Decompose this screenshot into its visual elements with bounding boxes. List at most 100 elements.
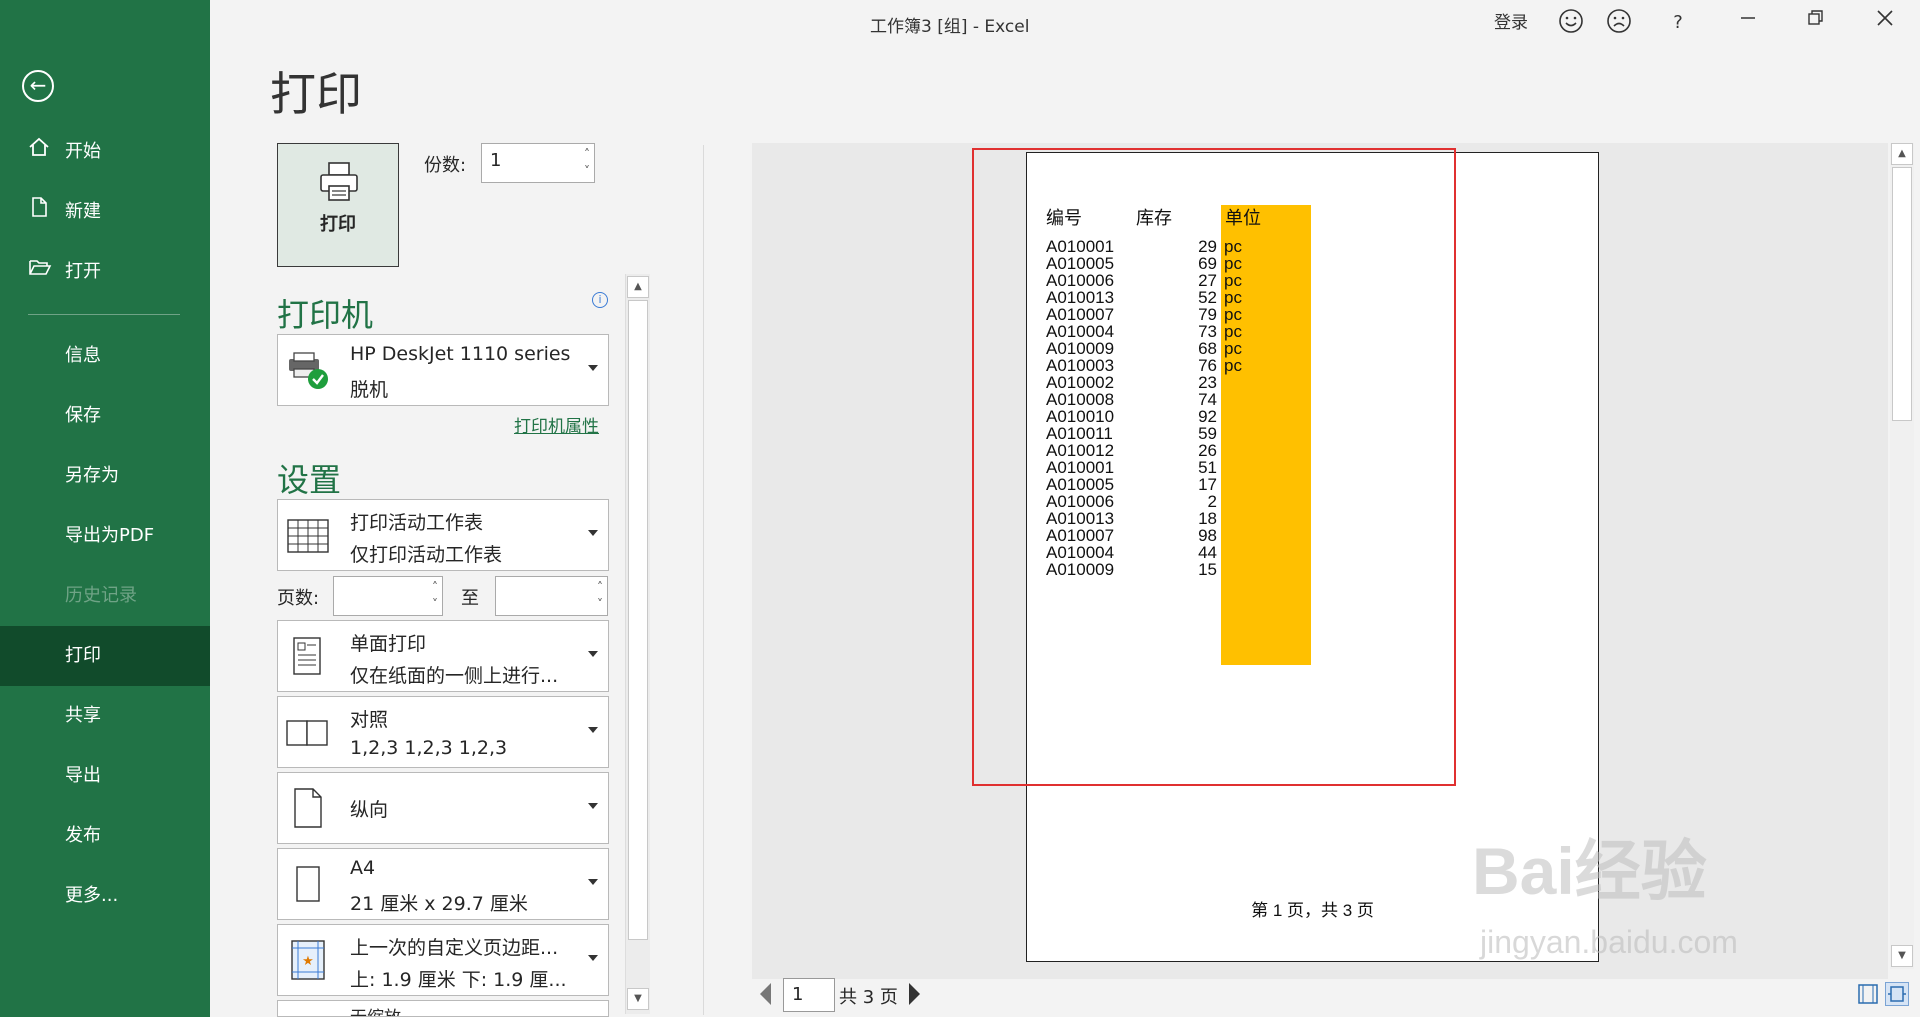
scaling-select[interactable]: 无缩放	[277, 1000, 609, 1017]
collate-icon	[285, 709, 331, 755]
new-file-icon	[28, 182, 58, 242]
frown-feedback-icon[interactable]	[1605, 8, 1633, 38]
printer-status: 脱机	[350, 379, 389, 401]
back-arrow-icon[interactable]: ←	[22, 70, 54, 102]
sides-desc: 仅在纸面的一侧上进行...	[350, 665, 559, 687]
baidu-watermark-logo: Bai经验	[1472, 834, 1707, 908]
scaling-title: 无缩放	[350, 1003, 401, 1016]
pages-to-input[interactable]: ˄ ˅	[495, 576, 608, 616]
printer-properties-link[interactable]: 打印机属性	[514, 412, 599, 437]
nav-item-new[interactable]: 新建	[0, 182, 210, 242]
collate-select[interactable]: 对照 1,2,3 1,2,3 1,2,3	[277, 696, 609, 768]
scroll-thumb[interactable]	[628, 300, 648, 940]
print-scope-select[interactable]: 打印活动工作表 仅打印活动工作表	[277, 499, 609, 571]
print-scope-title: 打印活动工作表	[350, 512, 484, 534]
chevron-down-icon	[588, 803, 598, 809]
nav-item-more[interactable]: 更多...	[0, 866, 210, 926]
page-total: 共 3 页	[839, 987, 898, 1008]
spin-up-icon[interactable]: ˄	[597, 581, 603, 593]
settings-heading: 设置	[277, 461, 342, 499]
spin-up-icon[interactable]: ˄	[584, 148, 590, 160]
folder-open-icon	[28, 242, 58, 302]
sides-title: 单面打印	[350, 633, 427, 655]
nav-item-open[interactable]: 打开	[0, 242, 210, 302]
chevron-down-icon	[588, 727, 598, 733]
close-icon[interactable]	[1870, 8, 1900, 38]
margins-title: 上一次的自定义页边距...	[350, 937, 559, 959]
restore-icon[interactable]	[1800, 8, 1830, 38]
portrait-page-icon	[285, 785, 331, 831]
nav-item-label: 共享	[65, 705, 101, 726]
help-button[interactable]: ?	[1668, 8, 1688, 38]
page-title: 打印	[270, 67, 362, 121]
show-margins-icon[interactable]	[1856, 982, 1880, 1006]
nav-item-home[interactable]: 开始	[0, 122, 210, 182]
scroll-down-icon[interactable]: ▼	[627, 988, 649, 1010]
backstage-nav: ← 开始 新建 打开 信息 保存 另存为 导出为PDF 历史记录 打印 共享 导…	[0, 0, 210, 1017]
margins-icon: ★	[285, 937, 331, 983]
copies-stepper[interactable]: 1 ˄ ˅	[481, 143, 595, 183]
nav-item-label: 导出	[65, 765, 101, 786]
pages-to-label: 至	[461, 588, 479, 609]
info-icon[interactable]: i	[592, 292, 608, 308]
nav-item-print[interactable]: 打印	[0, 626, 210, 686]
paper-size-select[interactable]: A4 21 厘米 x 29.7 厘米	[277, 848, 609, 920]
nav-item-label: 另存为	[65, 465, 119, 486]
nav-item-label: 开始	[65, 141, 101, 162]
chevron-down-icon	[588, 530, 598, 536]
one-sided-page-icon	[285, 633, 331, 679]
scroll-up-icon[interactable]: ▲	[1891, 143, 1913, 165]
nav-item-publish[interactable]: 发布	[0, 806, 210, 866]
preview-scrollbar[interactable]: ▲ ▼	[1890, 143, 1914, 969]
zoom-to-page-icon[interactable]	[1885, 982, 1909, 1006]
printer-ready-icon	[285, 347, 331, 393]
worksheet-grid-icon	[285, 512, 331, 558]
nav-item-info[interactable]: 信息	[0, 326, 210, 386]
baidu-watermark-url: jingyan.baidu.com	[1480, 924, 1738, 960]
print-button[interactable]: 打印	[277, 143, 399, 267]
nav-item-export[interactable]: 导出	[0, 746, 210, 806]
pages-from-input[interactable]: ˄ ˅	[333, 576, 443, 616]
nav-item-export-pdf[interactable]: 导出为PDF	[0, 506, 210, 566]
scroll-up-icon[interactable]: ▲	[627, 276, 649, 298]
spin-down-icon[interactable]: ˅	[597, 598, 603, 610]
highlight-box	[972, 148, 1456, 786]
printer-select[interactable]: HP DeskJet 1110 series 脱机	[277, 334, 609, 406]
smile-feedback-icon[interactable]	[1557, 8, 1585, 38]
print-scope-desc: 仅打印活动工作表	[350, 544, 503, 566]
nav-item-label: 保存	[65, 405, 101, 426]
spin-down-icon[interactable]: ˅	[432, 598, 438, 610]
scroll-down-icon[interactable]: ▼	[1891, 945, 1913, 967]
orientation-select[interactable]: 纵向	[277, 772, 609, 844]
home-icon	[28, 122, 58, 182]
next-page-icon[interactable]	[909, 983, 920, 1005]
page-number-input[interactable]: 1	[783, 978, 835, 1012]
copies-value: 1	[490, 150, 502, 171]
collate-title: 对照	[350, 709, 389, 731]
nav-item-label: 信息	[65, 345, 101, 366]
copies-label: 份数:	[424, 155, 467, 176]
window-title: 工作簿3 [组] - Excel	[870, 17, 1030, 37]
signin-link[interactable]: 登录	[1494, 8, 1528, 38]
nav-item-save-as[interactable]: 另存为	[0, 446, 210, 506]
scroll-thumb[interactable]	[1892, 167, 1912, 421]
nav-item-share[interactable]: 共享	[0, 686, 210, 746]
nav-item-label: 打印	[65, 645, 101, 666]
svg-text:★: ★	[302, 954, 314, 969]
orientation-title: 纵向	[350, 799, 389, 821]
spin-down-icon[interactable]: ˅	[584, 165, 590, 177]
sides-select[interactable]: 单面打印 仅在纸面的一侧上进行...	[277, 620, 609, 692]
spin-up-icon[interactable]: ˄	[432, 581, 438, 593]
nav-item-label: 发布	[65, 825, 101, 846]
nav-item-label: 打开	[65, 261, 101, 282]
settings-scrollbar[interactable]: ▲ ▼	[625, 274, 650, 1014]
title-bar: 工作簿3 [组] - Excel	[210, 0, 1920, 44]
prev-page-icon[interactable]	[760, 983, 771, 1005]
paper-size-icon	[285, 861, 331, 907]
minimize-icon[interactable]	[1733, 8, 1763, 38]
margins-select[interactable]: ★ 上一次的自定义页边距... 上: 1.9 厘米 下: 1.9 厘...	[277, 924, 609, 996]
chevron-down-icon	[588, 879, 598, 885]
print-button-label: 打印	[320, 214, 356, 235]
nav-separator	[28, 314, 180, 315]
nav-item-save[interactable]: 保存	[0, 386, 210, 446]
